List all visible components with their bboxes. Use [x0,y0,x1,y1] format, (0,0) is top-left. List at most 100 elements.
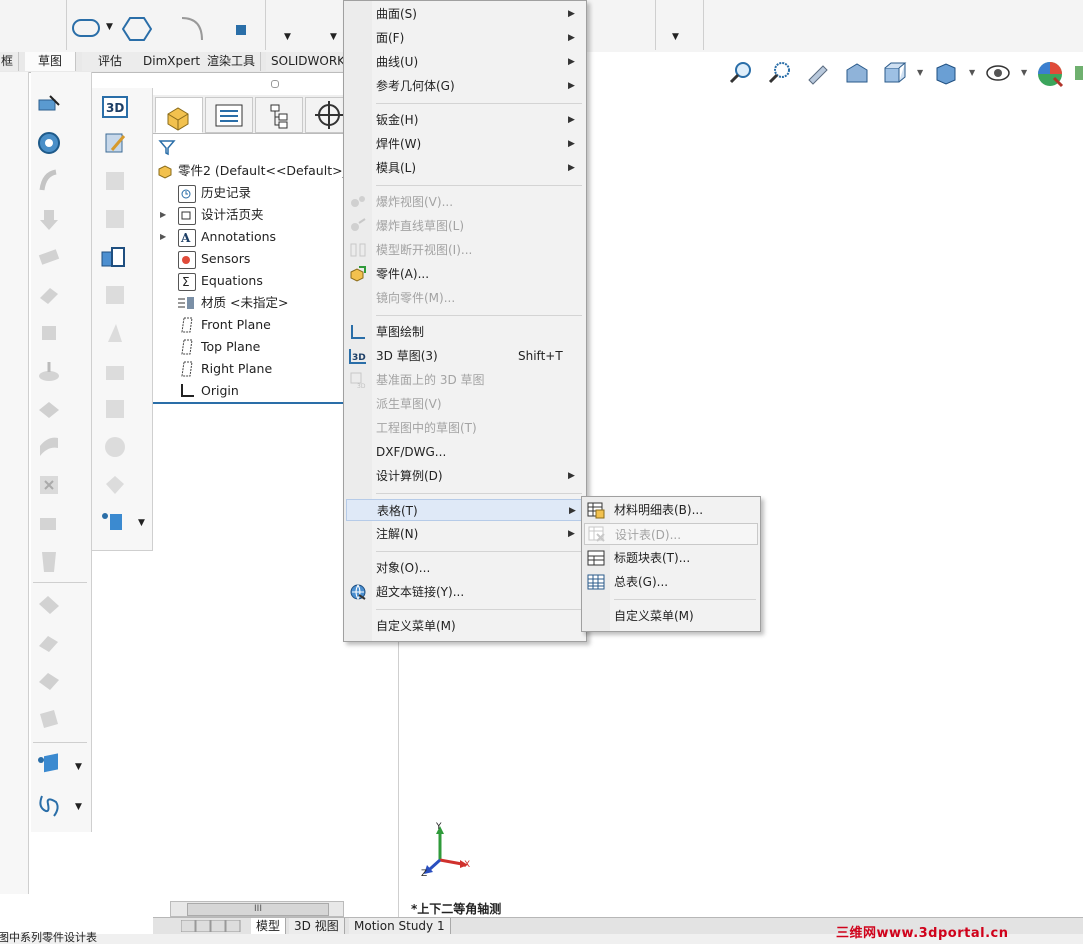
menu-item-reference-geometry[interactable]: 参考几何体(G) ▶ [344,75,586,97]
reference-plane-icon[interactable] [100,508,126,534]
tab-motion-study[interactable]: Motion Study 1 [349,918,451,934]
toolbar-divider [655,0,656,50]
menu-item-face[interactable]: 面(F) ▶ [344,27,586,49]
plane-icon [179,361,195,377]
menu-item-tables[interactable]: 表格(T) ▶ [346,499,582,521]
triad-z-label: Z [421,869,428,879]
rib-icon [36,434,62,460]
chevron-down-icon[interactable]: ▼ [1021,68,1027,77]
tab-configuration-manager[interactable] [255,97,303,133]
slot-tool-icon[interactable] [72,19,100,37]
graphics-area-border [398,620,399,917]
tree-item-label: Annotations [201,229,277,244]
menu-item-bill-of-materials[interactable]: 材料明细表(B)... [582,499,760,521]
display-style-icon[interactable] [933,60,959,86]
chevron-down-icon[interactable]: ▼ [969,68,975,77]
chevron-down-icon[interactable]: ▼ [106,22,113,32]
hide-show-items-icon[interactable] [985,60,1011,86]
pattern-icon [36,668,62,694]
zoom-to-fit-icon[interactable] [728,60,754,86]
triad-x-label: X [464,860,471,870]
menu-item-mirror-part: 镜向零件(M)... [376,291,456,305]
heads-up-view-toolbar: ▼ ▼ ▼ [725,58,1083,90]
tab-render-tools[interactable]: 渲染工具 [202,52,262,71]
svg-text:3D: 3D [352,353,366,363]
menu-item-customize-menu[interactable]: 自定义菜单(M) [344,615,586,637]
chevron-down-icon[interactable]: ▼ [138,518,145,528]
menu-item-sketch[interactable]: 草图绘制 [344,321,586,343]
instant3d-icon[interactable] [100,244,126,270]
chevron-down-icon[interactable]: ▼ [75,802,82,812]
polygon-tool-icon[interactable] [121,16,153,42]
menu-item-customize-menu[interactable]: 自定义菜单(M) [582,605,760,627]
menu-item-annotations[interactable]: 注解(N) ▶ [344,523,586,545]
revolve-boss-icon[interactable] [36,130,62,156]
title-block-table-icon [587,549,605,567]
menu-item-sheet-metal[interactable]: 钣金(H) ▶ [344,109,586,131]
equations-icon: Σ [178,273,196,291]
chevron-down-icon[interactable]: ▼ [284,32,291,42]
previous-view-icon[interactable] [805,60,831,86]
break-view-icon [349,241,367,259]
section-view-icon[interactable] [843,60,869,86]
feature-manager-tabs [153,95,353,134]
menu-item-general-table[interactable]: 总表(G)... [582,571,760,593]
svg-text:3D: 3D [106,101,124,115]
tab-sketch[interactable]: 草图 [25,52,76,71]
tab-scroll-arrows[interactable] [180,919,241,933]
menu-item-curve[interactable]: 曲线(U) ▶ [344,51,586,73]
tab-evaluate[interactable]: 评估 [82,52,139,71]
toolbar-divider [703,0,704,50]
filter-icon[interactable] [158,138,176,156]
tab-property-manager[interactable] [205,97,253,133]
chevron-down-icon[interactable]: ▼ [917,68,923,77]
menu-item-weldments[interactable]: 焊件(W) ▶ [344,133,586,155]
menu-item-object[interactable]: 对象(O)... [344,557,586,579]
expand-arrow-icon[interactable]: ▶ [160,227,166,247]
menu-separator [376,609,582,610]
menu-item-surface[interactable]: 曲面(S) ▶ [344,3,586,25]
tree-item-label: Right Plane [201,361,273,376]
apply-scene-icon[interactable] [1073,60,1083,86]
tab-dimxpert[interactable]: DimXpert [138,52,207,71]
view-orientation-icon[interactable] [881,60,907,86]
fillet-tool-icon[interactable] [178,14,208,44]
sketch-picture-icon[interactable] [102,130,128,156]
menu-item-design-study[interactable]: 设计算例(D) ▶ [344,465,586,487]
horizontal-scrollbar[interactable]: III [170,901,344,917]
sketch-tool-disabled-icon [102,282,128,308]
expand-arrow-icon[interactable]: ▶ [160,205,166,225]
menu-item-hyperlink[interactable]: 超文本链接(Y)... [344,581,586,603]
menu-item-model-break-view: 模型断开视图(I)... [344,239,586,261]
sketch-tool-disabled-icon [102,434,128,460]
scrollbar-thumb[interactable]: III [187,903,329,916]
chevron-down-icon[interactable]: ▼ [75,762,82,772]
edit-appearance-icon[interactable] [1036,60,1064,88]
curves-icon[interactable] [36,792,62,818]
reference-plane-icon[interactable] [36,752,62,778]
plane-icon [179,339,195,355]
chevron-down-icon[interactable]: ▼ [672,32,679,42]
zoom-to-area-icon[interactable] [767,60,793,86]
toolbar-divider [33,582,87,583]
panel-grip[interactable] [271,80,279,88]
sketch-tool-disabled-icon [102,396,128,422]
tab-feature-tree[interactable] [155,97,203,133]
insert-part-icon [349,265,367,283]
menu-item-title-block-table[interactable]: 标题块表(T)... [582,547,760,569]
point-tool-icon[interactable] [236,25,246,35]
3d-sketch-icon[interactable]: 3D [102,94,128,120]
tab-frame[interactable]: 框 [0,52,20,71]
menu-separator [614,599,756,600]
tab-model[interactable]: 模型 [251,918,287,934]
extrude-boss-icon[interactable] [36,92,62,118]
tree-root-part[interactable]: 零件2 (Default<<Default>_D [153,161,358,181]
tab-3d-view[interactable]: 3D 视图 [289,918,345,934]
menu-item-dxf-dwg[interactable]: DXF/DWG... [344,441,586,463]
chevron-down-icon[interactable]: ▼ [330,32,337,42]
rollback-bar[interactable] [153,402,343,404]
menu-item-molds[interactable]: 模具(L) ▶ [344,157,586,179]
menu-separator [376,315,582,316]
menu-item-3d-sketch[interactable]: 3D 3D 草图(3) Shift+T [344,345,586,367]
menu-item-part[interactable]: 零件(A)... [344,263,586,285]
